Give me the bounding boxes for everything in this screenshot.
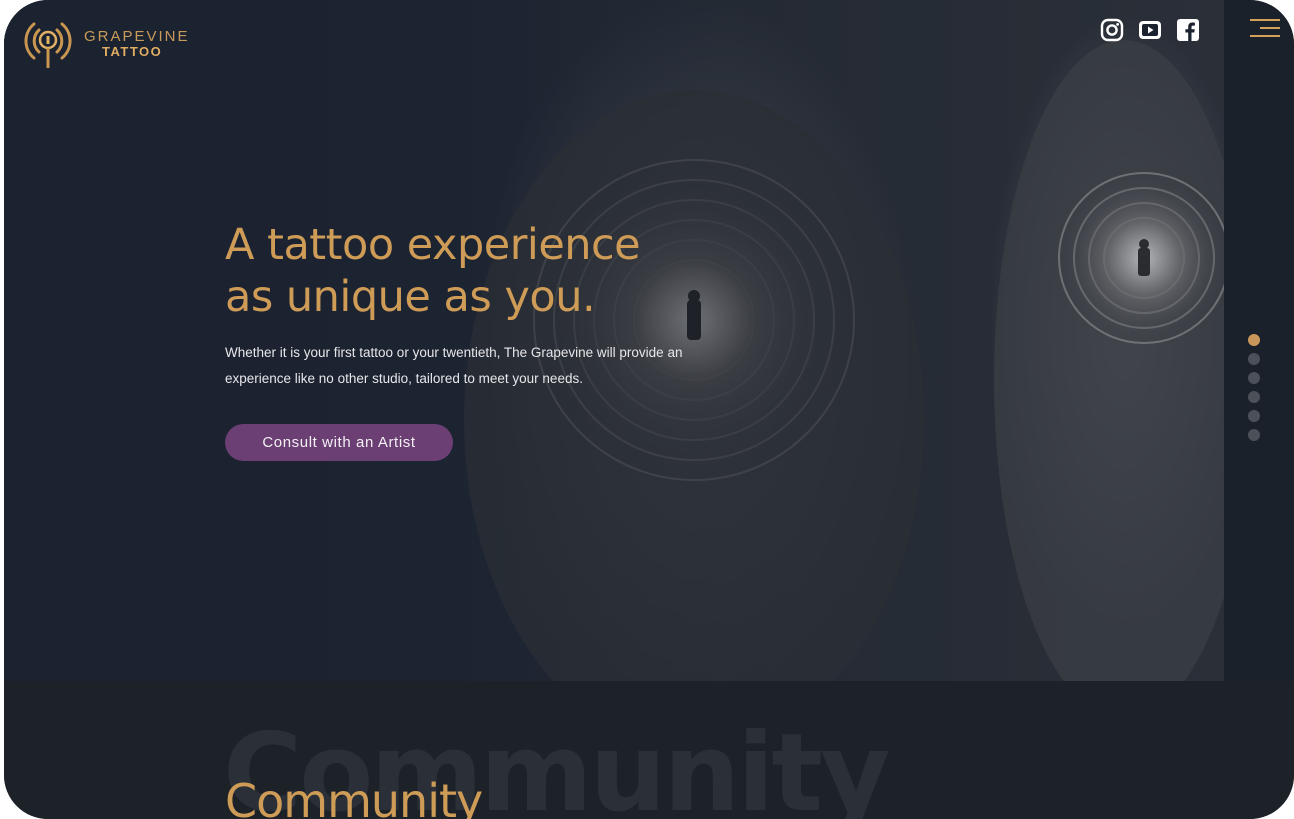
brand-name-line2: TATTOO bbox=[102, 43, 163, 59]
menu-line bbox=[1260, 27, 1280, 29]
brand-logo[interactable]: GRAPEVINE TATTOO bbox=[20, 14, 190, 72]
slide-dot[interactable] bbox=[1248, 391, 1260, 403]
section-title: Community bbox=[225, 774, 483, 819]
facebook-icon[interactable] bbox=[1176, 18, 1200, 42]
hero-headline-line1: A tattoo experience bbox=[225, 220, 641, 270]
hamburger-menu-icon[interactable] bbox=[1248, 16, 1280, 40]
page-frame: GRAPEVINE TATTOO A tattoo experience as … bbox=[4, 0, 1294, 819]
slide-dot[interactable] bbox=[1248, 429, 1260, 441]
slide-pagination bbox=[1248, 334, 1260, 441]
menu-line bbox=[1250, 35, 1280, 37]
slide-dot[interactable] bbox=[1248, 334, 1260, 346]
social-links bbox=[1100, 18, 1200, 42]
consult-artist-button[interactable]: Consult with an Artist bbox=[225, 424, 453, 461]
menu-line bbox=[1250, 19, 1280, 21]
instagram-icon[interactable] bbox=[1100, 18, 1124, 42]
hero-headline: A tattoo experience as unique as you. bbox=[225, 219, 641, 323]
hero-subtext: Whether it is your first tattoo or your … bbox=[225, 345, 683, 386]
microphone-waves-icon bbox=[24, 22, 72, 68]
slide-dot[interactable] bbox=[1248, 372, 1260, 384]
youtube-icon[interactable] bbox=[1138, 18, 1162, 42]
brand-wordmark: GRAPEVINE TATTOO bbox=[84, 29, 190, 58]
hero-headline-line2: as unique as you. bbox=[225, 272, 596, 322]
brand-name-line1: GRAPEVINE bbox=[84, 27, 190, 45]
slide-dot[interactable] bbox=[1248, 410, 1260, 422]
slide-dot[interactable] bbox=[1248, 353, 1260, 365]
